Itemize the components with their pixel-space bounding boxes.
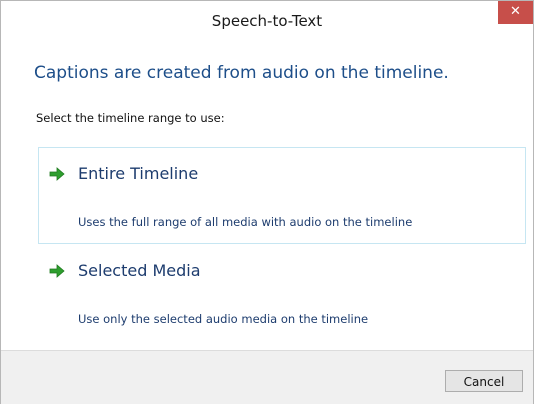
option-description: Uses the full range of all media with au… [78,215,413,229]
option-title: Selected Media [78,261,201,280]
close-icon: ✕ [510,4,521,19]
title-bar: Speech-to-Text ✕ [1,1,533,41]
speech-to-text-dialog: Speech-to-Text ✕ Captions are created fr… [0,0,534,404]
instruction-heading: Captions are created from audio on the t… [34,63,449,83]
close-button[interactable]: ✕ [498,1,533,24]
green-arrow-right-icon [49,264,65,278]
option-description: Use only the selected audio media on the… [78,312,369,326]
range-prompt: Select the timeline range to use: [36,111,225,125]
green-arrow-right-icon [49,167,65,181]
dialog-title: Speech-to-Text [211,12,323,30]
cancel-button[interactable]: Cancel [445,370,523,392]
option-title: Entire Timeline [78,164,199,183]
dialog-footer: Cancel [1,350,533,404]
option-entire-timeline[interactable]: Entire Timeline Uses the full range of a… [38,147,526,244]
option-selected-media[interactable]: Selected Media Use only the selected aud… [38,244,526,341]
dialog-content: Captions are created from audio on the t… [9,41,533,345]
